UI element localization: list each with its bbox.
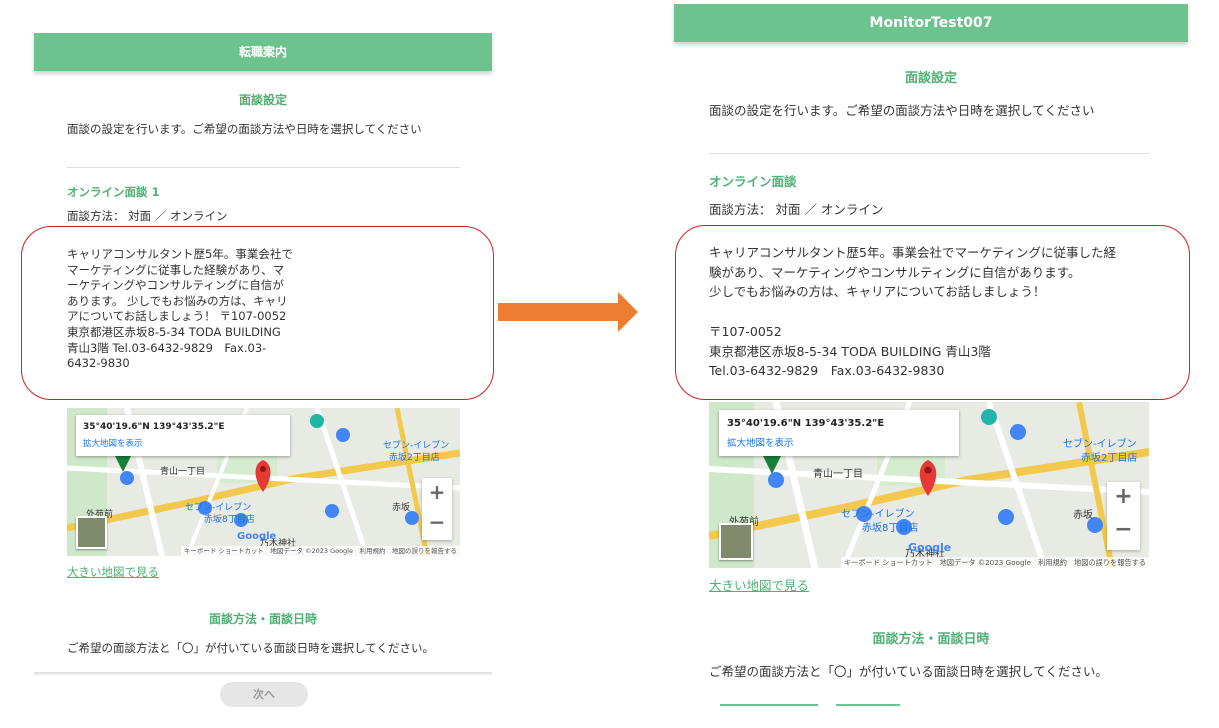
view-larger-map-link[interactable]: 拡大地図を表示 [83,437,143,449]
map-label-seven1b: 赤坂2丁目店 [1081,453,1138,464]
footer-divider [34,672,492,676]
map-label-seven1b: 赤坂2丁目店 [389,453,440,463]
map-zoom-control: + − [1107,482,1140,550]
google-map[interactable]: 青山一丁目 セブン-イレブン 赤坂2丁目店 セブン-イレブン 赤坂8丁目店 外苑… [709,402,1149,568]
zoom-out-button[interactable]: − [422,510,452,534]
divider [67,167,460,168]
satellite-toggle[interactable] [76,516,107,549]
map-coordinates: 35°40'19.6"N 139°43'35.2"E [727,418,885,429]
interview-title: オンライン面談 1 [67,185,160,199]
map-label-seven2b: 赤坂8丁目店 [862,523,919,534]
map-label-seven2: セブン-イレブン [841,509,915,520]
map-label-akasaka: 赤坂 [1073,510,1093,521]
highlight-box-right [675,225,1190,400]
page-header: 転職案内 [34,33,492,71]
zoom-out-button[interactable]: − [1107,517,1140,542]
page-header: MonitorTest007 [674,4,1188,42]
interview-title: オンライン面談 [709,174,797,189]
big-map-link[interactable]: 大きい地図で見る [67,564,159,580]
map-label-aoyama: 青山一丁目 [813,469,863,480]
section-title: 面談設定 [238,93,287,107]
zoom-in-button[interactable]: + [422,480,452,504]
highlight-box-left [21,226,494,400]
arrow-right-icon [498,292,638,332]
map-label-aoyama: 青山一丁目 [160,467,206,477]
map-footer: キーボード ショートカット 地図データ ©2023 Google 利用規約 地図… [180,546,460,556]
intro-text: 面談の設定を行います。ご希望の面談方法や日時を選択してください [709,103,1095,118]
google-map[interactable]: 青山一丁目 セブン-イレブン 赤坂2丁目店 セブン-イレブン 赤坂8丁目店 外苑… [67,408,460,556]
section-title: 面談設定 [904,71,957,86]
method-line: 面談方法： 対面 ／ オンライン [67,209,228,223]
view-larger-map-link[interactable]: 拡大地図を表示 [727,435,794,449]
method-section-title: 面談方法・面談日時 [208,612,317,626]
method-option-button[interactable] [836,704,900,726]
method-instruction: ご希望の面談方法と「〇」が付いている面談日時を選択してください。 [67,641,434,655]
method-section-title: 面談方法・面談日時 [872,632,990,647]
method-instruction: ご希望の面談方法と「〇」が付いている面談日時を選択してください。 [709,664,1108,679]
satellite-toggle[interactable] [719,523,753,560]
google-logo: Google [908,541,952,554]
map-zoom-control: + − [422,478,452,540]
map-label-akasaka: 赤坂 [392,503,411,513]
method-option-button[interactable] [720,704,818,726]
map-info-box: 35°40'19.6"N 139°43'35.2"E 拡大地図を表示 [719,410,959,456]
map-info-box: 35°40'19.6"N 139°43'35.2"E 拡大地図を表示 [76,415,290,456]
intro-text: 面談の設定を行います。ご希望の面談方法や日時を選択してください [67,122,422,136]
map-label-seven1: セブン-イレブン [1063,439,1137,450]
big-map-link[interactable]: 大きい地図で見る [709,575,809,594]
zoom-in-button[interactable]: + [1107,484,1140,509]
next-button[interactable]: 次へ [220,682,308,707]
map-label-seven2b: 赤坂8丁目店 [204,515,255,525]
map-coordinates: 35°40'19.6"N 139°43'35.2"E [83,422,225,432]
map-footer: キーボード ショートカット 地図データ ©2023 Google 利用規約 地図… [840,557,1149,568]
google-logo: Google [237,531,277,542]
divider [709,153,1149,154]
method-line: 面談方法： 対面 ／ オンライン [709,202,884,217]
